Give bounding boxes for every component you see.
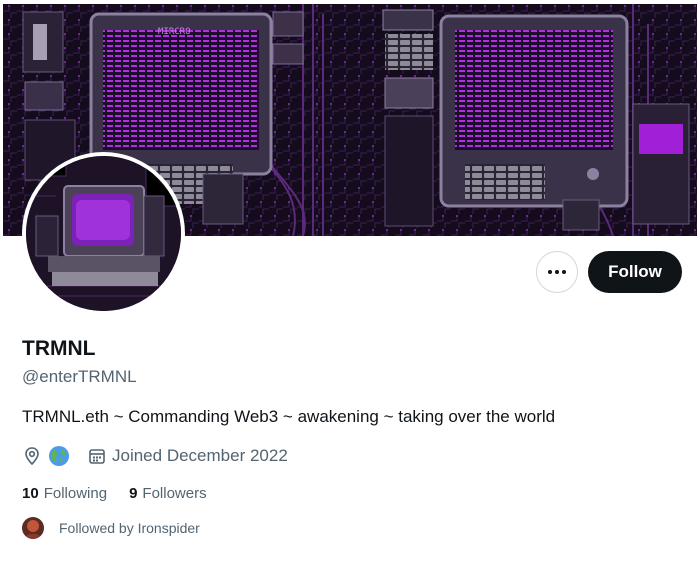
followers-count: 9 [129, 485, 138, 502]
profile-avatar[interactable] [22, 152, 185, 315]
globe-emoji-icon [48, 445, 70, 467]
follow-button[interactable]: Follow [588, 251, 682, 293]
profile-bio: TRMNL.eth ~ Commanding Web3 ~ awakening … [22, 407, 556, 426]
follower-avatar [22, 517, 44, 539]
followed-by-link[interactable]: Followed by Ironspider [22, 517, 200, 539]
display-name: TRMNL [22, 337, 96, 360]
profile-meta-row: Joined December 2022 [22, 444, 288, 468]
following-link[interactable]: 10 Following [22, 485, 107, 502]
followed-by-text: Followed by Ironspider [59, 520, 200, 536]
banner-monitor-text: MIRCRO [158, 27, 191, 37]
follow-stats: 10 Following 9 Followers [22, 485, 229, 502]
following-label: Following [43, 485, 108, 502]
followers-link[interactable]: 9 Followers [129, 485, 207, 502]
following-count: 10 [22, 485, 39, 502]
more-horizontal-icon [548, 270, 566, 274]
user-handle: @enterTRMNL [22, 367, 137, 386]
followers-label: Followers [142, 485, 207, 502]
joined-date: Joined December 2022 [112, 446, 288, 465]
more-options-button[interactable] [536, 251, 578, 293]
avatar-image [26, 156, 181, 311]
location-icon [22, 446, 42, 466]
calendar-icon [88, 447, 106, 465]
profile-page: MIRCRO Follow TRMNL @enterTRMNL TRMNL.et… [0, 0, 700, 580]
